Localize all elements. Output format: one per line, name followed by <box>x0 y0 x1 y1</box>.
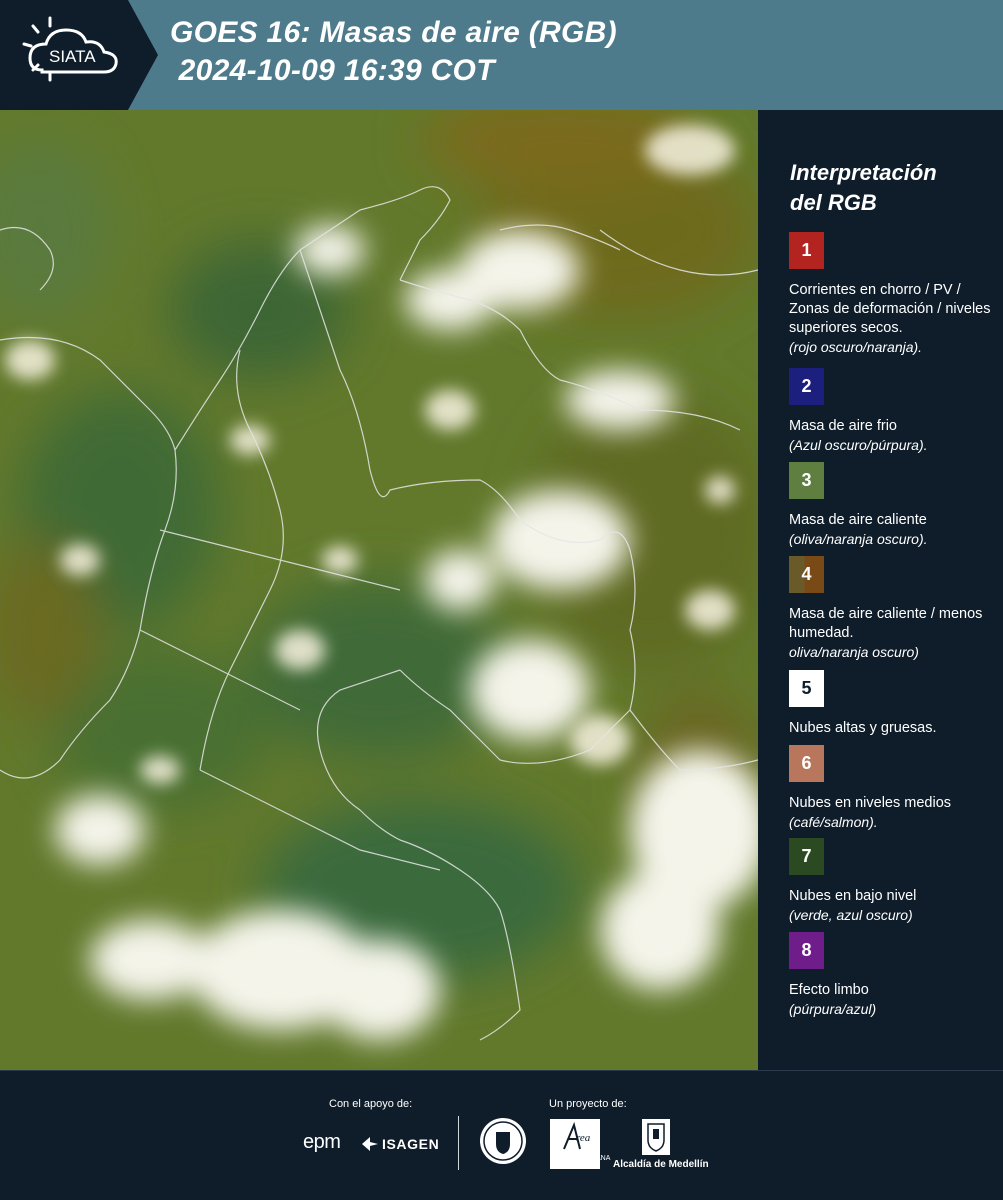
page-title: GOES 16: Masas de aire (RGB) 2024-10-09 … <box>170 14 617 90</box>
legend-label: Nubes en bajo nivel <box>789 888 917 904</box>
legend-note: (púrpura/azul) <box>789 1001 877 1017</box>
siata-logo: SIATA <box>0 0 160 110</box>
epm-logo: epm <box>303 1131 341 1153</box>
legend-swatch-3: 3 <box>789 462 824 499</box>
support-label: Con el apoyo de: <box>329 1098 413 1110</box>
project-label: Un proyecto de: <box>549 1098 627 1110</box>
legend-title: Interpretación del RGB <box>790 160 937 215</box>
legend-label: Nubes en niveles medios <box>789 795 952 811</box>
legend-item-mid-clouds: 6 Nubes en niveles medios (café/salmon). <box>789 745 999 832</box>
legend-label: Nubes altas y gruesas. <box>789 720 937 736</box>
legend-swatch-1: 1 <box>789 232 824 269</box>
legend-label: Efecto limbo <box>789 982 869 998</box>
legend-note: (café/salmon). <box>789 814 878 830</box>
legend-note: (rojo oscuro/naranja). <box>789 339 923 355</box>
legend-item-low-clouds: 7 Nubes en bajo nivel (verde, azul oscur… <box>789 838 999 925</box>
footer: Con el apoyo de: Un proyecto de: epm ISA… <box>0 1070 1003 1200</box>
legend-item-limb-effect: 8 Efecto limbo (púrpura/azul) <box>789 932 999 1019</box>
satellite-map-graphic <box>0 110 758 1070</box>
alcaldia-shield-icon <box>642 1119 670 1155</box>
legend-swatch-8: 8 <box>789 932 824 969</box>
legend-item-warm-dry-air: 4 Masa de aire caliente / menos humedad.… <box>789 556 999 662</box>
legend-item-jet-streams: 1 Corrientes en chorro / PV / Zonas de d… <box>789 232 999 357</box>
title-product: GOES 16: Masas de aire (RGB) <box>170 16 617 49</box>
legend-item-high-clouds: 5 Nubes altas y gruesas. <box>789 670 999 738</box>
svg-text:rea: rea <box>576 1132 591 1144</box>
satellite-image <box>0 110 758 1070</box>
legend-item-cold-air: 2 Masa de aire frio (Azul oscuro/púrpura… <box>789 368 999 455</box>
isagen-logo: ISAGEN <box>360 1135 439 1153</box>
legend-label: Masa de aire caliente <box>789 512 927 528</box>
footer-divider <box>458 1116 459 1170</box>
header: SIATA GOES 16: Masas de aire (RGB) 2024-… <box>0 0 1003 110</box>
legend-swatch-6: 6 <box>789 745 824 782</box>
legend-note: (Azul oscuro/púrpura). <box>789 437 928 453</box>
legend-note: (verde, azul oscuro) <box>789 907 913 923</box>
area-metropolitana-text: METROPOLITANA Valle de Aburrá <box>551 1155 611 1170</box>
legend-swatch-4: 4 <box>789 556 824 593</box>
isagen-mark-icon <box>362 1137 378 1151</box>
svg-text:SIATA: SIATA <box>49 47 96 66</box>
legend-swatch-7: 7 <box>789 838 824 875</box>
medellin-seal-icon <box>480 1118 526 1164</box>
legend-note: oliva/naranja oscuro) <box>789 644 919 660</box>
legend-swatch-2: 2 <box>789 368 824 405</box>
legend-label: Corrientes en chorro / PV / Zonas de def… <box>789 282 991 336</box>
legend-note: (oliva/naranja oscuro). <box>789 531 928 547</box>
alcaldia-text: Alcaldía de Medellín <box>613 1159 709 1170</box>
legend-label: Masa de aire frio <box>789 418 897 434</box>
title-datetime: 2024-10-09 16:39 COT <box>170 54 495 87</box>
legend-panel: Interpretación del RGB 1 Corrientes en c… <box>760 110 1003 1070</box>
legend-swatch-5: 5 <box>789 670 824 707</box>
legend-item-warm-air: 3 Masa de aire caliente (oliva/naranja o… <box>789 462 999 549</box>
area-mark-icon: rea <box>563 1121 591 1150</box>
legend-label: Masa de aire caliente / menos humedad. <box>789 606 983 641</box>
